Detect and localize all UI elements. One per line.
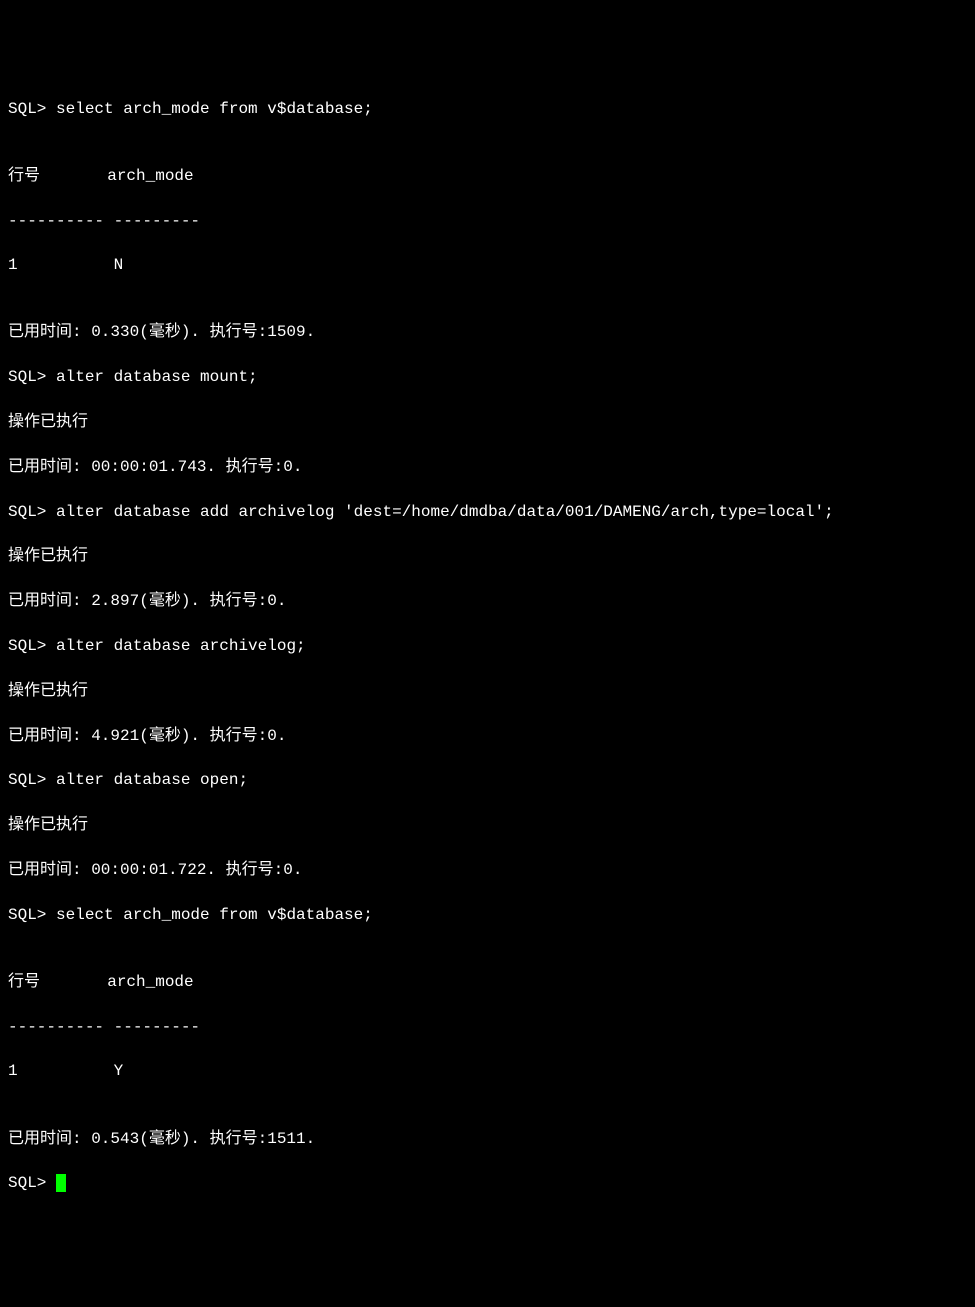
header-separator: ---------- ---------: [8, 1016, 967, 1038]
column-header: 行号 arch_mode: [8, 165, 967, 187]
sql-command-line: SQL> alter database add archivelog 'dest…: [8, 501, 967, 523]
execution-time: 已用时间: 0.330(毫秒). 执行号:1509.: [8, 321, 967, 343]
sql-command-line: SQL> alter database open;: [8, 769, 967, 791]
result-row: 1 Y: [8, 1060, 967, 1082]
execution-time: 已用时间: 00:00:01.722. 执行号:0.: [8, 859, 967, 881]
execution-time: 已用时间: 0.543(毫秒). 执行号:1511.: [8, 1128, 967, 1150]
operation-executed: 操作已执行: [8, 411, 967, 433]
operation-executed: 操作已执行: [8, 814, 967, 836]
execution-time: 已用时间: 4.921(毫秒). 执行号:0.: [8, 725, 967, 747]
sql-command-line: SQL> alter database mount;: [8, 366, 967, 388]
prompt-text: SQL>: [8, 1174, 56, 1192]
result-row: 1 N: [8, 254, 967, 276]
sql-command-line: SQL> alter database archivelog;: [8, 635, 967, 657]
sql-command-line: SQL> select arch_mode from v$database;: [8, 98, 967, 120]
sql-command-line: SQL> select arch_mode from v$database;: [8, 904, 967, 926]
operation-executed: 操作已执行: [8, 680, 967, 702]
execution-time: 已用时间: 2.897(毫秒). 执行号:0.: [8, 590, 967, 612]
cursor-icon: [56, 1174, 66, 1192]
operation-executed: 操作已执行: [8, 545, 967, 567]
execution-time: 已用时间: 00:00:01.743. 执行号:0.: [8, 456, 967, 478]
column-header: 行号 arch_mode: [8, 971, 967, 993]
sql-prompt-active[interactable]: SQL>: [8, 1172, 967, 1194]
header-separator: ---------- ---------: [8, 210, 967, 232]
